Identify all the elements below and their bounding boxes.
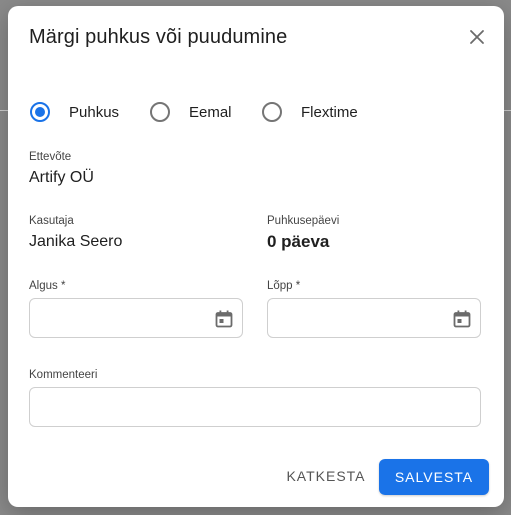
company-label: Ettevõte bbox=[29, 151, 72, 163]
calendar-icon[interactable] bbox=[452, 309, 472, 329]
comment-label: Kommenteeri bbox=[29, 369, 98, 381]
cancel-button[interactable]: KATKESTA bbox=[282, 458, 370, 494]
comment-input[interactable] bbox=[29, 387, 481, 427]
close-button[interactable] bbox=[466, 26, 488, 48]
vacation-days-value: 0 päeva bbox=[267, 232, 330, 251]
absence-type-radio-group: Puhkus Eemal Flextime bbox=[30, 102, 358, 122]
dialog-title: Märgi puhkus või puudumine bbox=[29, 26, 288, 48]
radio-option-flextime[interactable]: Flextime bbox=[262, 102, 358, 122]
company-value: Artify OÜ bbox=[29, 169, 94, 186]
radio-button[interactable] bbox=[262, 102, 282, 122]
end-date-field[interactable] bbox=[267, 298, 481, 338]
radio-label: Eemal bbox=[189, 103, 232, 121]
end-date-label: Lõpp * bbox=[267, 280, 301, 292]
start-date-label: Algus * bbox=[29, 280, 66, 292]
start-date-field[interactable] bbox=[29, 298, 243, 338]
user-value: Janika Seero bbox=[29, 233, 123, 250]
radio-label: Puhkus bbox=[69, 103, 120, 121]
close-icon bbox=[470, 30, 484, 44]
vacation-days-label: Puhkusepäevi bbox=[267, 215, 340, 227]
absence-dialog: Märgi puhkus või puudumine Puhkus Eemal … bbox=[8, 6, 504, 507]
radio-button-checked[interactable] bbox=[30, 102, 50, 122]
radio-option-puhkus[interactable]: Puhkus bbox=[30, 102, 150, 122]
calendar-icon[interactable] bbox=[214, 309, 234, 329]
radio-option-eemal[interactable]: Eemal bbox=[150, 102, 262, 122]
backdrop-divider-right bbox=[504, 110, 511, 111]
user-label: Kasutaja bbox=[29, 215, 74, 227]
save-button[interactable]: SALVESTA bbox=[379, 459, 489, 495]
radio-label: Flextime bbox=[301, 103, 358, 121]
backdrop-divider-left bbox=[0, 110, 8, 111]
radio-button[interactable] bbox=[150, 102, 170, 122]
